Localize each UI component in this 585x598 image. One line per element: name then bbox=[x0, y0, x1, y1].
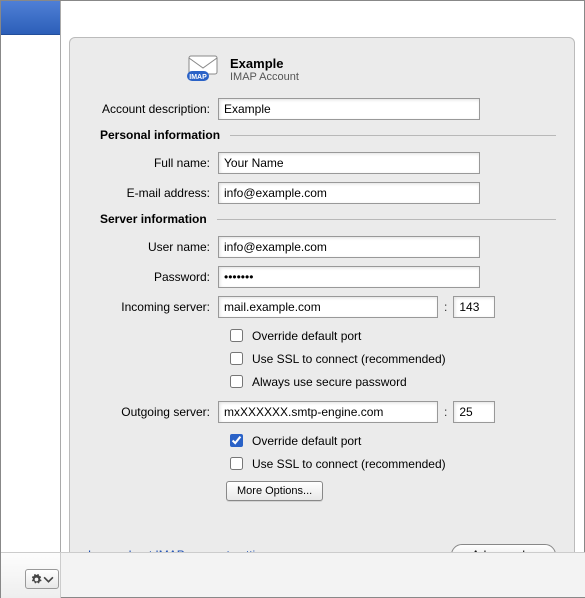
full-name-input[interactable] bbox=[218, 152, 480, 174]
bottom-toolbar bbox=[1, 552, 585, 597]
gear-menu-button[interactable] bbox=[25, 569, 59, 589]
port-separator: : bbox=[444, 300, 447, 314]
account-settings-panel: IMAP Example IMAP Account Account descri… bbox=[69, 37, 575, 580]
chevron-down-icon bbox=[43, 574, 54, 585]
outgoing-server-label: Outgoing server: bbox=[88, 405, 218, 419]
sidebar bbox=[1, 1, 61, 553]
user-name-label: User name: bbox=[88, 240, 218, 254]
divider bbox=[230, 135, 556, 136]
full-name-label: Full name: bbox=[88, 156, 218, 170]
incoming-ssl-checkbox[interactable] bbox=[230, 352, 243, 365]
incoming-secure-password-label: Always use secure password bbox=[252, 375, 407, 389]
more-options-button[interactable]: More Options... bbox=[226, 481, 323, 501]
svg-text:IMAP: IMAP bbox=[189, 74, 207, 81]
incoming-port-input[interactable] bbox=[453, 296, 495, 318]
sidebar-selected-item[interactable] bbox=[1, 1, 60, 35]
incoming-secure-password-checkbox[interactable] bbox=[230, 375, 243, 388]
mail-imap-icon: IMAP bbox=[186, 54, 220, 84]
outgoing-server-input[interactable] bbox=[218, 401, 438, 423]
divider bbox=[217, 219, 556, 220]
incoming-ssl-label: Use SSL to connect (recommended) bbox=[252, 352, 446, 366]
incoming-server-label: Incoming server: bbox=[88, 300, 218, 314]
gear-icon bbox=[31, 574, 42, 585]
account-description-input[interactable] bbox=[218, 98, 480, 120]
incoming-override-port-label: Override default port bbox=[252, 329, 361, 343]
port-separator: : bbox=[444, 405, 447, 419]
outgoing-override-port-label: Override default port bbox=[252, 434, 361, 448]
outgoing-port-input[interactable] bbox=[453, 401, 495, 423]
section-server-info: Server information bbox=[88, 212, 217, 226]
account-subtitle: IMAP Account bbox=[230, 71, 299, 83]
outgoing-ssl-label: Use SSL to connect (recommended) bbox=[252, 457, 446, 471]
incoming-override-port-checkbox[interactable] bbox=[230, 329, 243, 342]
password-label: Password: bbox=[88, 270, 218, 284]
section-personal-info: Personal information bbox=[88, 128, 230, 142]
account-description-label: Account description: bbox=[88, 102, 218, 116]
account-title: Example bbox=[230, 56, 299, 71]
outgoing-override-port-checkbox[interactable] bbox=[230, 434, 243, 447]
outgoing-ssl-checkbox[interactable] bbox=[230, 457, 243, 470]
incoming-server-input[interactable] bbox=[218, 296, 438, 318]
password-input[interactable] bbox=[218, 266, 480, 288]
email-input[interactable] bbox=[218, 182, 480, 204]
email-label: E-mail address: bbox=[88, 186, 218, 200]
user-name-input[interactable] bbox=[218, 236, 480, 258]
